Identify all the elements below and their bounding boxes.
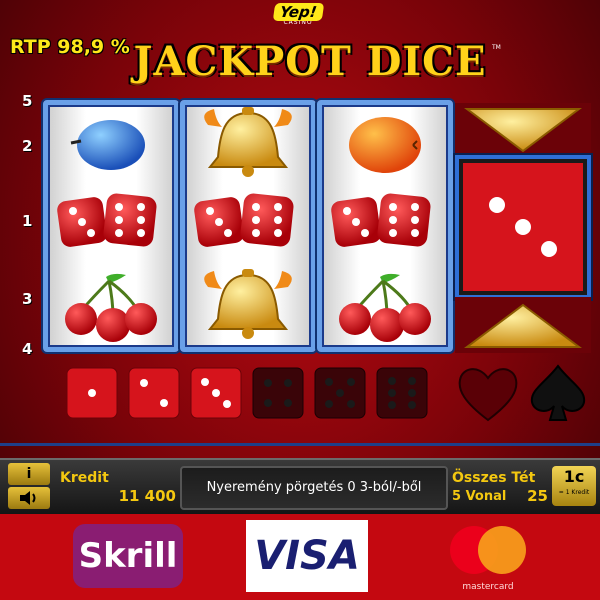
dice-symbol <box>193 192 295 248</box>
coin-note: = 1 Kredit <box>558 489 590 496</box>
sound-button[interactable] <box>8 487 50 509</box>
gamble-down-arrow-icon[interactable] <box>455 297 591 353</box>
coin-value: 1c <box>563 467 585 486</box>
total-bet-label: Összes Tét <box>452 470 536 486</box>
dice-symbol <box>56 192 158 248</box>
mastercard-circles-icon <box>450 526 526 574</box>
credit-label: Kredit <box>60 470 109 486</box>
game-title: JACKPOT DICE <box>133 38 487 85</box>
skrill-logo: Skrill <box>73 524 183 588</box>
payline-marker: 4 <box>22 340 33 358</box>
mastercard-text: mastercard <box>462 582 514 592</box>
die-face-1-icon <box>66 367 118 419</box>
die-face-6-icon <box>376 367 428 419</box>
payline-marker: 2 <box>22 137 33 155</box>
bell-symbol <box>203 268 293 340</box>
bell-symbol <box>203 106 293 178</box>
gamble-die[interactable] <box>455 155 591 299</box>
trademark: TM <box>492 44 501 51</box>
lines-label: 5 Vonal <box>452 489 507 504</box>
cherries-symbol <box>63 272 159 344</box>
payline-marker: 1 <box>22 212 33 230</box>
dice-symbol <box>330 192 432 248</box>
divider <box>0 443 600 446</box>
coin-value-button[interactable]: 1c = 1 Kredit <box>552 466 596 506</box>
payline-marker: 3 <box>22 290 33 308</box>
orange-symbol <box>348 116 422 174</box>
speaker-icon <box>20 491 36 505</box>
heart-icon[interactable] <box>456 362 520 424</box>
info-button[interactable]: i <box>8 463 50 485</box>
brand-logo: Yep! <box>272 3 324 21</box>
die-face-4-icon <box>252 367 304 419</box>
gamble-up-arrow-icon[interactable] <box>455 103 591 159</box>
visa-logo: VISA <box>246 520 368 592</box>
rtp-label: RTP 98,9 % <box>10 36 130 58</box>
die-face-5-icon <box>314 367 366 419</box>
credit-value: 11 400 <box>118 487 176 505</box>
cherries-symbol <box>337 272 433 344</box>
reel-2 <box>180 100 316 352</box>
mastercard-logo: mastercard <box>440 520 536 592</box>
reel-3 <box>317 100 453 352</box>
reel-1 <box>43 100 179 352</box>
status-message: Nyeremény pörgetés 0 3-ból/-ből <box>180 466 448 510</box>
bet-value: 25 <box>527 487 548 505</box>
casino-logo: Yep! CASINO <box>270 2 326 30</box>
die-face-3-icon <box>190 367 242 419</box>
die-face-2-icon <box>128 367 180 419</box>
spade-icon[interactable] <box>526 362 590 424</box>
payline-marker: 5 <box>22 92 33 110</box>
die-face-3-icon <box>463 163 583 291</box>
plum-symbol <box>69 118 147 172</box>
